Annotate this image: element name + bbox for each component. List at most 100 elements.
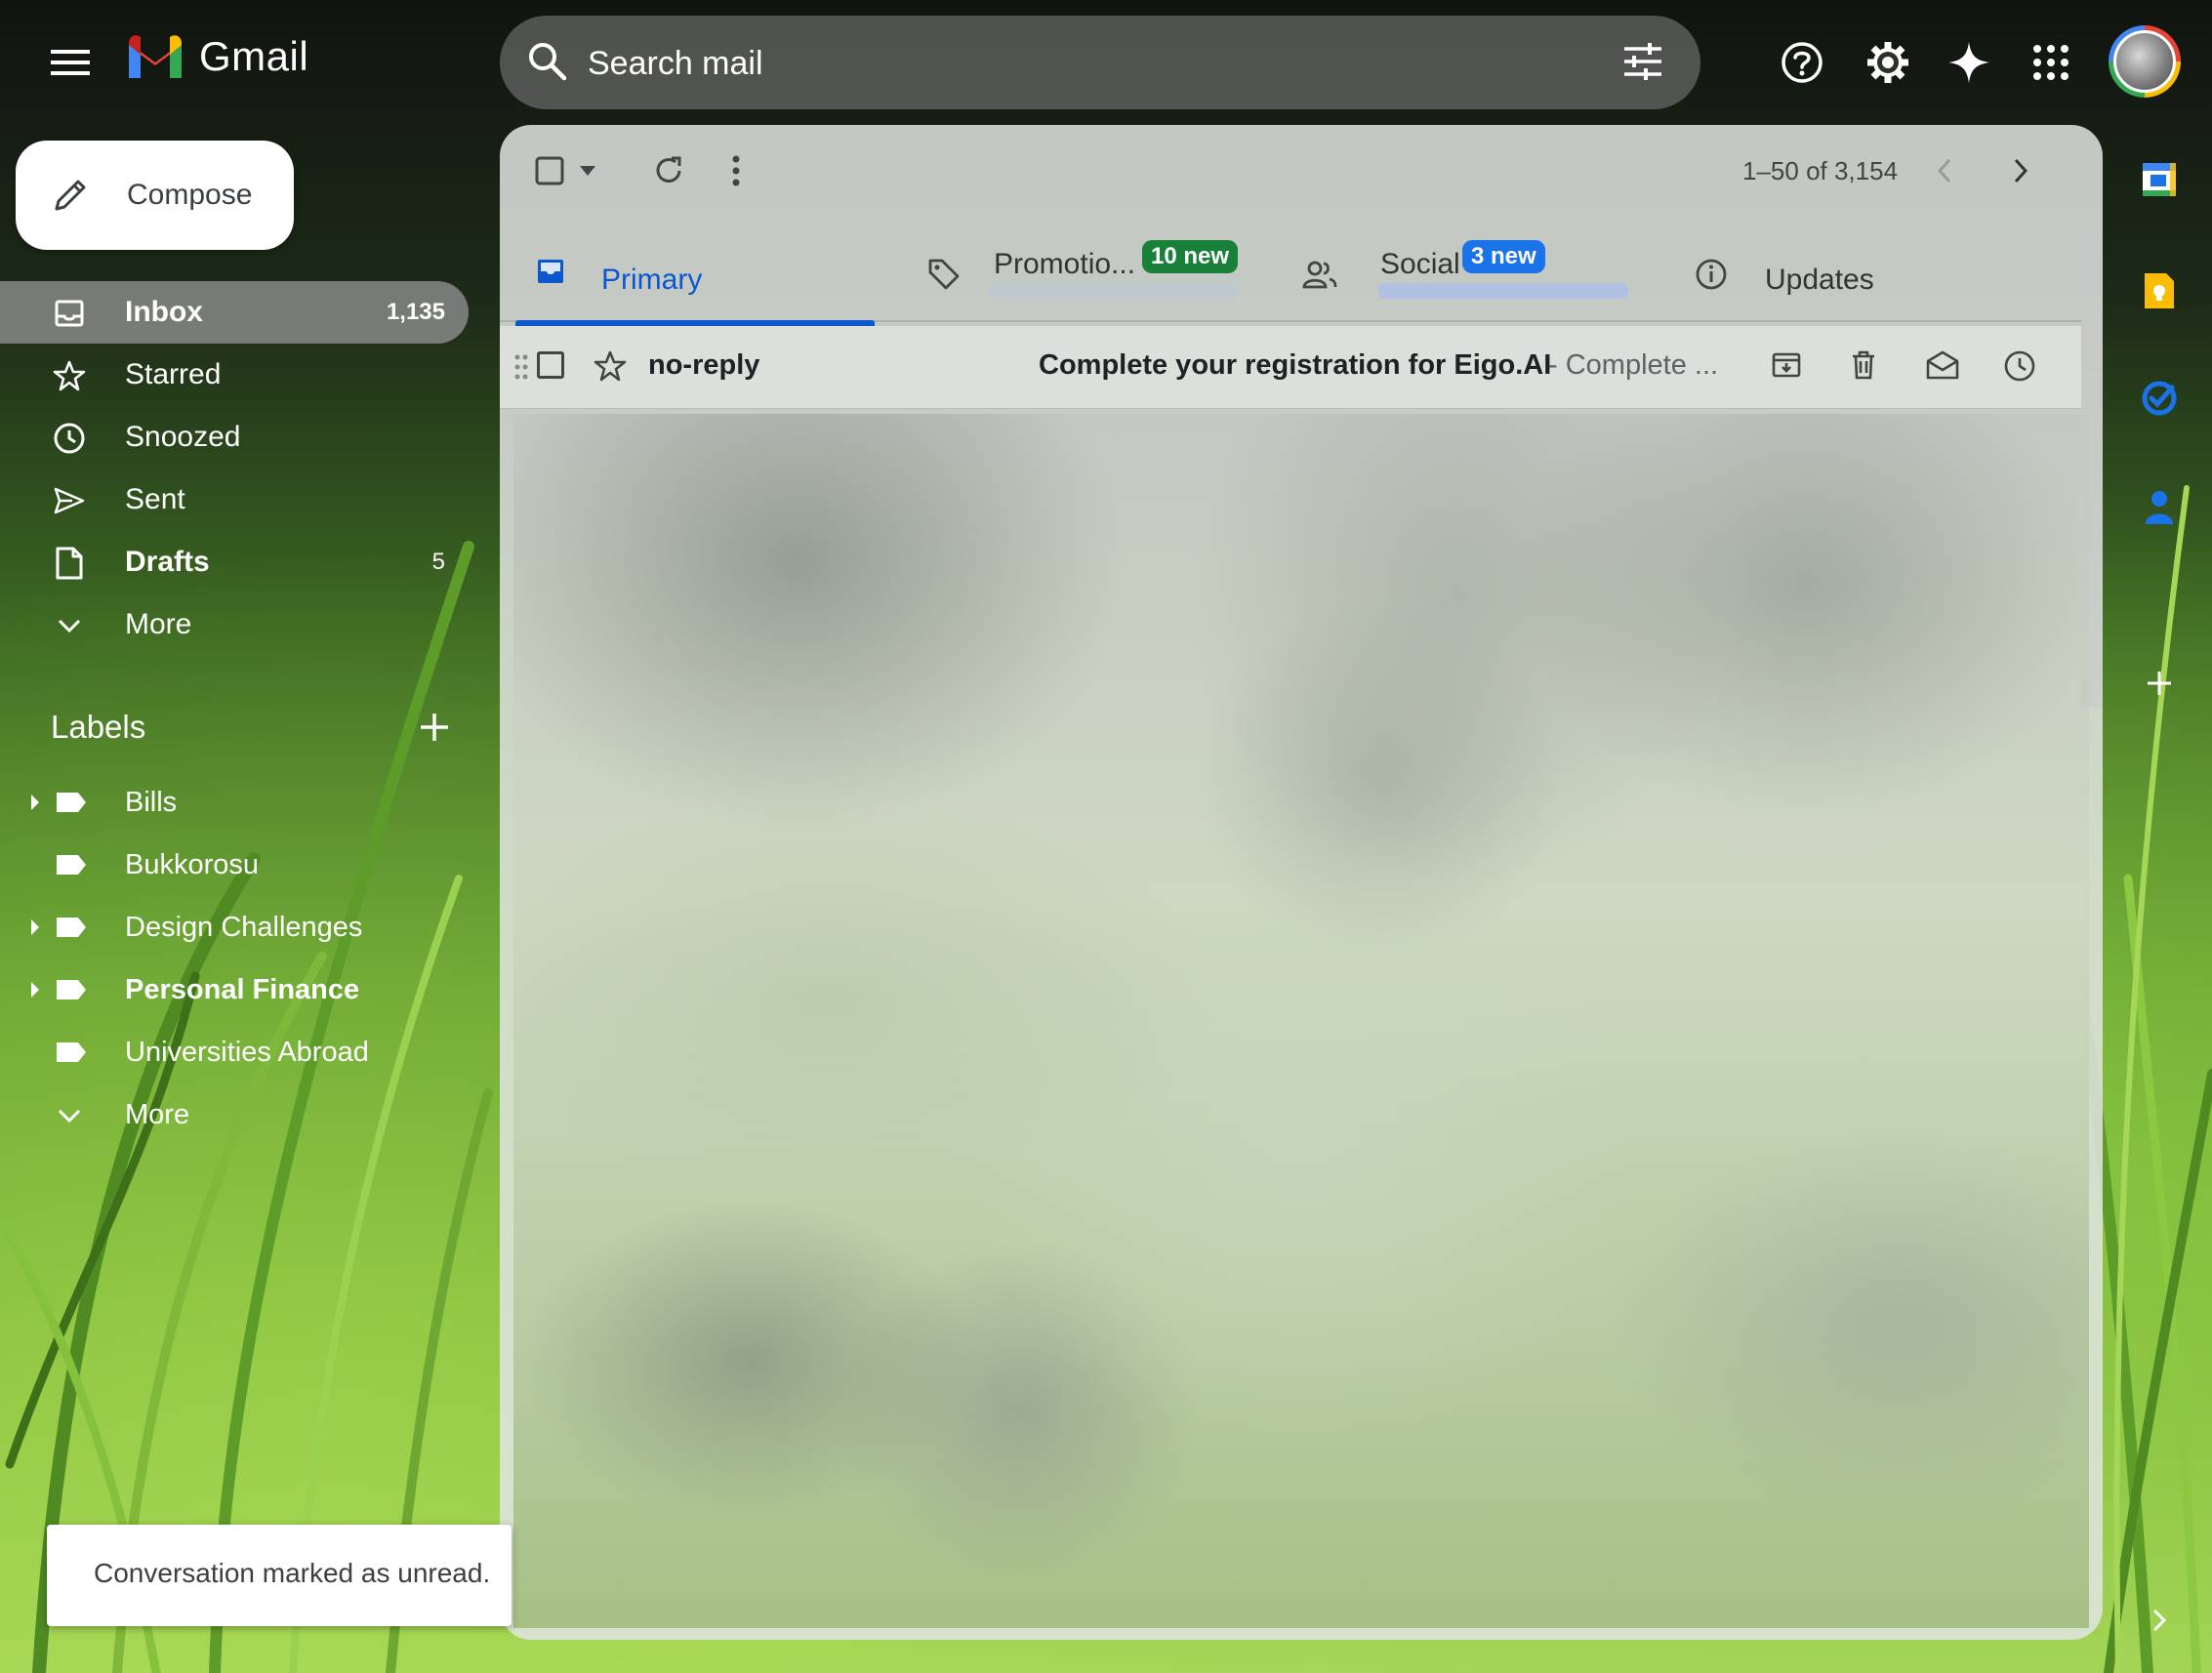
avatar-image (2113, 30, 2176, 93)
inbox-icon (53, 297, 86, 330)
expand-caret-icon[interactable] (31, 982, 39, 998)
more-vertical-icon (732, 155, 740, 186)
send-icon (53, 484, 86, 517)
help-button[interactable] (1779, 39, 1825, 86)
get-addons-button[interactable] (2140, 664, 2179, 703)
redacted-email-list (513, 414, 2089, 1628)
chevron-down-icon (58, 1109, 81, 1123)
expand-caret-icon[interactable] (31, 919, 39, 935)
newer-page-button[interactable] (1935, 156, 1954, 185)
draft-icon (53, 547, 86, 580)
expand-caret-icon[interactable] (31, 795, 39, 810)
star-icon[interactable] (594, 349, 627, 383)
search-options-icon[interactable] (1622, 41, 1663, 82)
labels-more[interactable]: More (0, 1083, 469, 1146)
gmail-logo[interactable]: Gmail (125, 33, 308, 80)
tasks-app-button[interactable] (2140, 379, 2179, 418)
label-item-bills[interactable]: Bills (0, 771, 469, 834)
email-sender: no-reply (648, 349, 760, 381)
clock-icon (53, 422, 86, 455)
search-icon[interactable] (525, 39, 568, 82)
mark-read-icon[interactable] (1925, 349, 1960, 381)
label-item-universities-abroad[interactable]: Universities Abroad (0, 1021, 469, 1083)
scrollbar[interactable] (2081, 219, 2103, 707)
sidebar-item-inbox[interactable]: Inbox 1,135 (0, 281, 469, 344)
select-options-dropdown[interactable] (578, 164, 597, 178)
keep-icon (2145, 273, 2174, 308)
sidebar-item-sent[interactable]: Sent (0, 469, 469, 531)
chevron-right-icon (2014, 158, 2028, 184)
info-icon (1696, 259, 1727, 290)
refresh-icon (656, 156, 681, 183)
email-subject: Complete your registration for Eigo.AI (1039, 349, 1552, 381)
label-icon (57, 793, 86, 812)
snooze-icon[interactable] (2003, 349, 2036, 383)
keep-app-button[interactable] (2140, 271, 2179, 310)
label-name: Bills (125, 787, 178, 818)
add-label-icon[interactable] (418, 711, 451, 744)
apps-grid-icon (2033, 45, 2069, 80)
row-checkbox[interactable] (537, 351, 564, 379)
contacts-app-button[interactable] (2140, 488, 2179, 527)
contacts-icon (2146, 491, 2173, 524)
star-icon (53, 359, 86, 392)
sidebar-item-label: Snoozed (125, 421, 241, 453)
label-item-design-challenges[interactable]: Design Challenges (0, 896, 469, 959)
snackbar-text: Conversation marked as unread. (94, 1558, 491, 1588)
category-tabs: Primary Promotio... Social Updates (500, 223, 2081, 322)
sidebar-item-drafts[interactable]: Drafts 5 (0, 531, 469, 593)
label-name: Design Challenges (125, 912, 363, 943)
email-snippet: - Complete ... (1548, 349, 1719, 381)
sidebar-item-label: Drafts (125, 546, 210, 578)
expand-side-panel-button[interactable] (2140, 1601, 2179, 1640)
label-icon (57, 1042, 86, 1062)
social-preview-redacted (1378, 283, 1628, 299)
promotions-new-badge: 10 new (1142, 240, 1239, 273)
settings-button[interactable] (1864, 39, 1911, 86)
apps-button[interactable] (2028, 39, 2074, 86)
label-name: Personal Finance (125, 974, 360, 1005)
sidebar-item-more[interactable]: More (0, 593, 469, 656)
archive-icon[interactable] (1771, 349, 1802, 381)
tab-updates[interactable]: Updates (1681, 223, 2052, 320)
gemini-button[interactable] (1946, 39, 1992, 86)
chevron-left-icon (1937, 158, 1951, 184)
chevron-down-icon (53, 609, 86, 642)
refresh-button[interactable] (652, 154, 685, 187)
tab-label: Updates (1765, 264, 1874, 296)
more-actions-button[interactable] (730, 154, 742, 187)
label-name: Universities Abroad (125, 1037, 369, 1068)
mail-list-panel: 1–50 of 3,154 Primary Promotio... Social… (500, 125, 2103, 1640)
sidebar-item-label: Starred (125, 358, 222, 390)
tab-label: Promotio... (994, 248, 1136, 280)
snackbar-notification: Conversation marked as unread. (47, 1525, 512, 1626)
search-input[interactable] (586, 39, 1468, 88)
compose-button[interactable]: Compose (16, 141, 294, 250)
label-icon (57, 855, 86, 875)
sidebar-item-starred[interactable]: Starred (0, 344, 469, 406)
labels-list: Bills Bukkorosu Design Challenges Person… (0, 771, 469, 1146)
tab-primary[interactable]: Primary (500, 223, 871, 320)
unread-count: 1,135 (386, 299, 445, 325)
search-bar[interactable] (500, 16, 1700, 109)
chevron-right-icon (2152, 1609, 2167, 1632)
calendar-app-button[interactable] (2140, 160, 2179, 199)
sidebar-item-snoozed[interactable]: Snoozed (0, 406, 469, 469)
plus-icon (2148, 672, 2171, 695)
older-page-button[interactable] (2011, 156, 2030, 185)
delete-icon[interactable] (1849, 349, 1878, 381)
people-icon (1302, 261, 1337, 289)
inbox-icon (538, 260, 563, 283)
caret-down-icon (580, 166, 595, 176)
label-item-bukkorosu[interactable]: Bukkorosu (0, 834, 469, 896)
select-all-checkbox[interactable] (535, 156, 564, 185)
account-avatar[interactable] (2109, 25, 2181, 98)
sidebar-item-label: Inbox (125, 296, 203, 328)
main-menu-button[interactable] (45, 37, 96, 88)
drag-handle-icon[interactable] (513, 353, 529, 381)
calendar-icon (2143, 163, 2176, 196)
sparkle-icon (1948, 42, 1989, 83)
email-row[interactable]: no-reply Complete your registration for … (500, 326, 2081, 409)
label-item-personal-finance[interactable]: Personal Finance (0, 959, 469, 1021)
compose-label: Compose (127, 179, 253, 211)
